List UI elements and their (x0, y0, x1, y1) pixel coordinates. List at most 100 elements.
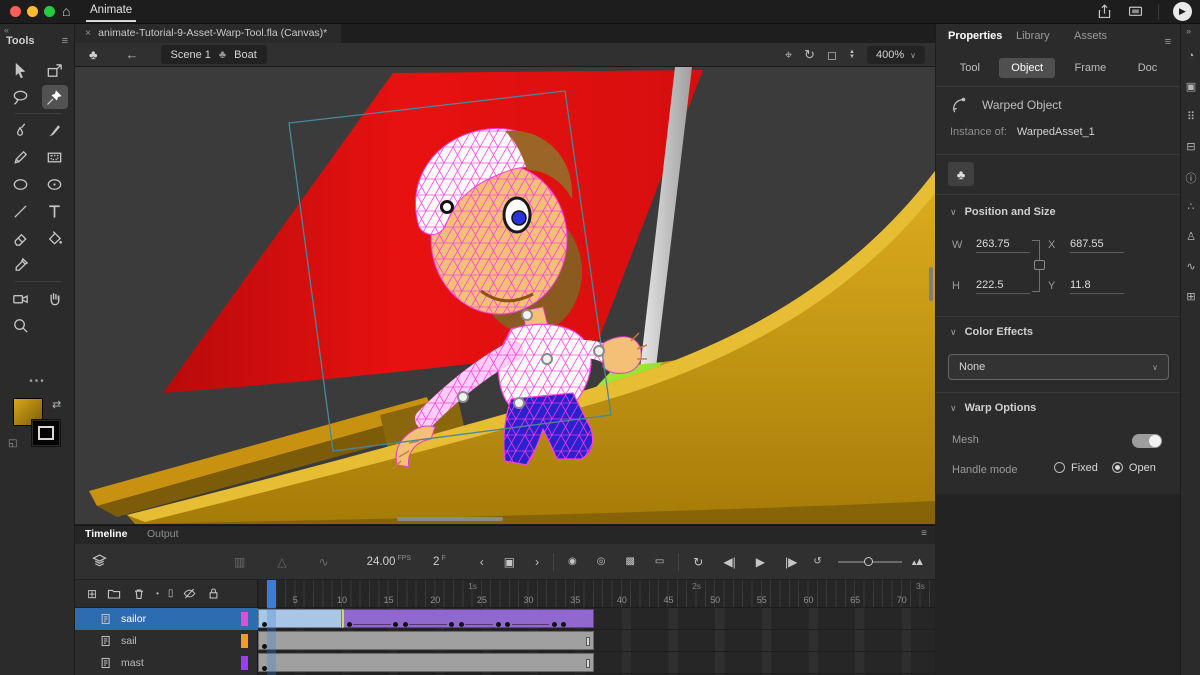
home-icon[interactable]: ⌂ (62, 3, 70, 19)
lasso-tool[interactable] (8, 85, 34, 109)
rectangle-tool[interactable] (42, 145, 68, 169)
output-panel-icon[interactable]: ▣ (1181, 80, 1200, 93)
play-icon[interactable]: ▶ (748, 555, 773, 569)
edit-multiple-frames-icon[interactable]: ▩ (617, 556, 642, 567)
layers-view-icon[interactable] (75, 553, 116, 570)
test-movie-play-button[interactable]: ▶ (1173, 2, 1192, 21)
line-tool[interactable] (8, 199, 34, 223)
window-controls[interactable] (10, 6, 61, 20)
layer-row-mast[interactable]: mast (75, 652, 258, 674)
new-folder-icon[interactable] (106, 586, 122, 602)
brush-library-panel-icon[interactable]: ⠿ (1181, 110, 1200, 123)
onion-skin-outlines-icon[interactable]: ◎ (589, 556, 614, 567)
frame-span[interactable] (258, 631, 594, 650)
stage-canvas[interactable] (75, 67, 935, 524)
edit-symbols-icon[interactable]: ♣ (89, 47, 98, 62)
paint-bucket-tool[interactable] (42, 226, 68, 250)
hide-all-layers-icon[interactable] (182, 586, 197, 601)
height-field[interactable]: 222.5 (976, 279, 1030, 294)
motion-editor-panel-icon[interactable]: ∿ (1181, 260, 1200, 273)
breadcrumb-scene[interactable]: Scene 1 (171, 49, 211, 61)
section-position-size[interactable]: ∨Position and Size (950, 206, 1056, 218)
components-panel-icon[interactable]: ⊞ (1181, 290, 1200, 303)
layer-name[interactable]: mast (121, 657, 144, 669)
collapse-panel-icon[interactable]: « (4, 25, 9, 35)
particles-panel-icon[interactable]: ∴ (1181, 200, 1200, 213)
subtab-doc[interactable]: Doc (1126, 58, 1170, 78)
playhead[interactable] (267, 580, 276, 608)
tools-panel-menu-icon[interactable]: ≡ (62, 35, 68, 47)
subtab-frame[interactable]: Frame (1063, 58, 1119, 78)
x-field[interactable]: 687.55 (1070, 238, 1124, 253)
rig-panel-icon[interactable]: ♙ (1181, 230, 1200, 243)
onion-skin-icon[interactable]: ◉ (560, 556, 585, 567)
rotation-icon[interactable]: ↻ (804, 47, 815, 63)
subtab-tool[interactable]: Tool (948, 58, 992, 78)
radio-circle[interactable] (1112, 462, 1123, 473)
pencil-tool[interactable] (8, 145, 34, 169)
timeline-menu-icon[interactable]: ≡ (921, 528, 927, 539)
frames-row-sailor[interactable] (258, 608, 935, 630)
section-color-effects[interactable]: ∨Color Effects (950, 326, 1033, 338)
tab-output[interactable]: Output (147, 528, 179, 540)
frame-span[interactable] (258, 653, 594, 672)
zoom-level-dropdown[interactable]: 400% ∨ (867, 46, 925, 64)
tab-timeline[interactable]: Timeline (85, 528, 127, 540)
radio-circle[interactable] (1054, 462, 1065, 473)
color-effects-dropdown[interactable]: None ∨ (948, 354, 1169, 380)
tab-assets[interactable]: Assets (1074, 30, 1107, 42)
back-arrow-icon[interactable]: ← (126, 47, 139, 62)
vertical-scrollbar[interactable] (929, 267, 933, 301)
document-tab[interactable]: ×animate-Tutorial-9-Asset-Warp-Tool.fla … (75, 24, 341, 43)
layer-row-sail[interactable]: sail (75, 630, 258, 652)
breadcrumb-symbol[interactable]: Boat (234, 49, 257, 61)
step-forward-icon[interactable]: |▶ (777, 555, 805, 569)
motion-presets-panel-icon[interactable]: ◔ (1181, 50, 1200, 62)
y-field[interactable]: 11.8 (1070, 279, 1124, 294)
camera-tool[interactable] (8, 286, 34, 310)
tab-properties[interactable]: Properties (948, 30, 1002, 42)
horizontal-scrollbar[interactable] (397, 517, 503, 521)
close-window-button[interactable] (10, 6, 21, 17)
panel-menu-icon[interactable]: ≡ (1165, 36, 1171, 48)
reset-timeline-zoom-icon[interactable]: ↺ (805, 556, 829, 567)
modify-markers-icon[interactable]: ▭ (647, 556, 672, 567)
previous-keyframe-icon[interactable]: ‹ (472, 555, 492, 569)
radio-fixed[interactable]: Fixed (1054, 462, 1098, 474)
next-keyframe-icon[interactable]: › (527, 555, 547, 569)
info-panel-icon[interactable]: ⓘ (1181, 170, 1200, 186)
eyedropper-tool[interactable] (8, 253, 34, 277)
mesh-toggle[interactable] (1132, 434, 1162, 448)
step-back-icon[interactable]: ◀| (715, 555, 743, 569)
zoom-stepper[interactable]: ▲▼ (849, 50, 855, 60)
stroke-color-swatch[interactable] (31, 419, 61, 447)
radio-open[interactable]: Open (1112, 462, 1156, 474)
layer-outline-color[interactable] (241, 634, 248, 648)
parenting-view-icon[interactable]: △ (269, 555, 294, 569)
tween-span[interactable] (342, 609, 594, 628)
classic-brush-tool[interactable] (42, 118, 68, 142)
layer-name[interactable]: sail (121, 635, 137, 647)
maximize-window-button[interactable] (44, 6, 55, 17)
device-preview-icon[interactable] (1127, 3, 1144, 20)
asset-warp-tool[interactable] (42, 85, 68, 109)
frames-view-icon[interactable]: ▥ (226, 555, 253, 569)
subtab-object[interactable]: Object (999, 58, 1055, 78)
frames-pane[interactable]: 1s2s3s 510152025303540455055606570 (258, 580, 935, 675)
lock-aspect-ratio-icon[interactable] (1034, 260, 1045, 270)
slider-knob[interactable] (864, 557, 873, 566)
layer-name[interactable]: sailor (121, 613, 146, 625)
graph-editor-icon[interactable]: ∿ (311, 555, 337, 569)
frame-ruler[interactable]: 510152025303540455055606570 (258, 592, 935, 608)
swap-asset-button[interactable]: ♣ (948, 162, 974, 186)
timeline-zoom-slider[interactable] (838, 561, 902, 563)
current-frame-display[interactable]: 2F (433, 555, 446, 568)
new-layer-icon[interactable]: ⊞ (87, 587, 97, 601)
insert-keyframe-icon[interactable]: ▣ (496, 555, 523, 569)
minimize-window-button[interactable] (27, 6, 38, 17)
loop-icon[interactable]: ↻ (685, 555, 711, 569)
frames-row-mast[interactable] (258, 652, 935, 674)
share-icon[interactable] (1096, 3, 1113, 20)
free-transform-tool[interactable] (42, 58, 68, 82)
frame-size-icon[interactable]: ▲▲ (910, 556, 935, 568)
